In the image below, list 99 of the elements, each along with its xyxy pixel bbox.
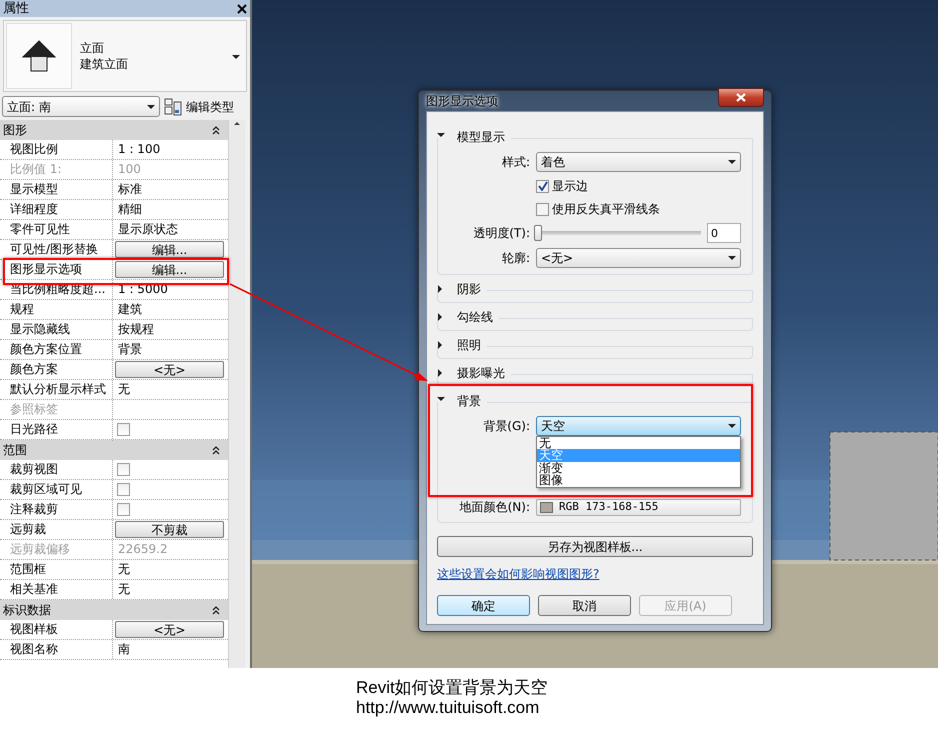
- property-name: 远剪裁: [0, 520, 113, 539]
- caret-icon: [728, 160, 736, 164]
- section-toggle[interactable]: 阴影: [437, 280, 481, 298]
- value-button[interactable]: 编辑...: [115, 261, 224, 278]
- property-value: 建筑: [117, 301, 143, 318]
- property-name: 参照标签: [0, 400, 113, 419]
- property-value: 22659.2: [117, 541, 169, 558]
- type-properties-icon: [164, 98, 182, 116]
- help-link[interactable]: 这些设置会如何影响视图图形?: [437, 567, 600, 581]
- collapse-icon[interactable]: [212, 605, 220, 615]
- dialog-button[interactable]: 取消: [538, 595, 631, 616]
- property-value: 无: [117, 381, 131, 398]
- property-name: 显示隐藏线: [0, 320, 113, 339]
- field-label: 地面颜色(N):: [458, 499, 530, 516]
- dropdown[interactable]: 着色: [536, 152, 741, 172]
- checkbox[interactable]: [117, 463, 130, 476]
- section-header[interactable]: 范围: [0, 440, 228, 460]
- save-template-button[interactable]: 另存为视图样板...: [437, 536, 753, 557]
- section-toggle[interactable]: 照明: [437, 336, 481, 354]
- property-value: 1 : 100: [117, 141, 162, 158]
- elevation-icon: [22, 40, 56, 72]
- field-label: 背景(G):: [482, 418, 530, 435]
- view-dropdown[interactable]: 立面: 南: [2, 96, 160, 117]
- property-value: 无: [117, 561, 131, 578]
- property-name: 裁剪视图: [0, 460, 113, 481]
- property-name: 远剪裁偏移: [0, 540, 113, 559]
- color-picker[interactable]: RGB 173-168-155: [536, 498, 741, 516]
- close-icon: [736, 93, 746, 102]
- property-name: 范围框: [0, 560, 113, 579]
- property-value: 按规程: [117, 321, 155, 338]
- value-button[interactable]: 不剪裁: [115, 521, 224, 538]
- property-value: 精细: [117, 201, 143, 218]
- property-value: 显示原状态: [117, 221, 179, 238]
- caption-text: Revit如何设置背景为天空: [356, 678, 548, 698]
- type-label: 立面: [80, 40, 105, 56]
- checkbox[interactable]: [117, 423, 130, 436]
- dialog-button[interactable]: 确定: [437, 595, 530, 616]
- caret-icon: [728, 424, 736, 428]
- type-label: 建筑立面: [80, 56, 129, 72]
- section-toggle[interactable]: 摄影曝光: [437, 364, 505, 382]
- value-button[interactable]: 编辑...: [115, 241, 224, 258]
- close-button[interactable]: [718, 88, 764, 107]
- property-name: 裁剪区域可见: [0, 480, 113, 501]
- property-name: 视图样板: [0, 620, 113, 639]
- section-header[interactable]: 图形: [0, 120, 228, 140]
- caption-text: http://www.tuituisoft.com: [356, 698, 540, 718]
- property-name: 图形显示选项: [0, 260, 113, 279]
- dropdown[interactable]: 天空: [536, 416, 741, 436]
- property-name: 详细程度: [0, 200, 113, 219]
- section-toggle[interactable]: 模型显示: [437, 128, 505, 146]
- edit-type-button[interactable]: 编辑类型: [164, 98, 234, 116]
- checkbox[interactable]: [117, 503, 130, 516]
- property-name: 默认分析显示样式: [0, 380, 113, 399]
- property-name: 相关基准: [0, 580, 113, 599]
- section-header[interactable]: 标识数据: [0, 600, 228, 620]
- property-name: 零件可见性: [0, 220, 113, 239]
- slider-thumb[interactable]: [534, 225, 542, 241]
- collapse-icon[interactable]: [212, 445, 220, 455]
- caret-icon: [728, 256, 736, 260]
- scroll-up-icon[interactable]: [233, 120, 241, 127]
- checkbox[interactable]: [117, 483, 130, 496]
- dropdown-option[interactable]: 渐变: [537, 462, 740, 474]
- checkbox[interactable]: [536, 180, 549, 192]
- property-value: 背景: [117, 341, 143, 358]
- dialog-title: 图形显示选项: [426, 93, 498, 110]
- field-label: 轮廓:: [500, 250, 530, 267]
- scrollbar[interactable]: [228, 120, 245, 668]
- checkbox[interactable]: [536, 202, 549, 216]
- property-name: 规程: [0, 300, 113, 319]
- property-name: 颜色方案: [0, 360, 113, 379]
- property-value: 标准: [117, 181, 143, 198]
- dropdown[interactable]: <无>: [536, 248, 741, 268]
- section-toggle[interactable]: 勾绘线: [437, 308, 493, 326]
- collapse-icon[interactable]: [212, 125, 220, 135]
- property-name: 颜色方案位置: [0, 340, 113, 359]
- close-icon[interactable]: [237, 4, 247, 14]
- value-button[interactable]: <无>: [115, 361, 224, 378]
- type-selector[interactable]: 立面 建筑立面: [3, 20, 247, 92]
- number-field[interactable]: 0: [707, 223, 741, 243]
- property-name: 显示模型: [0, 180, 113, 199]
- property-name: 视图名称: [0, 640, 113, 659]
- field-label: 样式:: [500, 154, 530, 171]
- property-value: 100: [117, 161, 142, 178]
- property-value: 南: [117, 641, 131, 658]
- section-toggle[interactable]: 背景: [437, 392, 481, 410]
- value-button[interactable]: <无>: [115, 621, 224, 638]
- field-label: 透明度(T):: [472, 225, 530, 242]
- property-name: 视图比例: [0, 140, 113, 159]
- checkbox-label: 显示边: [552, 178, 588, 195]
- caret-icon: [147, 104, 155, 108]
- property-name: 可见性/图形替换: [0, 240, 113, 259]
- property-name: 注释裁剪: [0, 500, 113, 521]
- dropdown-option[interactable]: 无: [537, 437, 740, 450]
- caret-icon: [232, 54, 240, 59]
- property-value: 无: [117, 581, 131, 598]
- property-name: 比例值 1:: [0, 160, 113, 179]
- dropdown-option[interactable]: 图像: [537, 474, 740, 487]
- panel-title: 属性: [3, 0, 29, 18]
- checkbox-label: 使用反失真平滑线条: [552, 201, 660, 218]
